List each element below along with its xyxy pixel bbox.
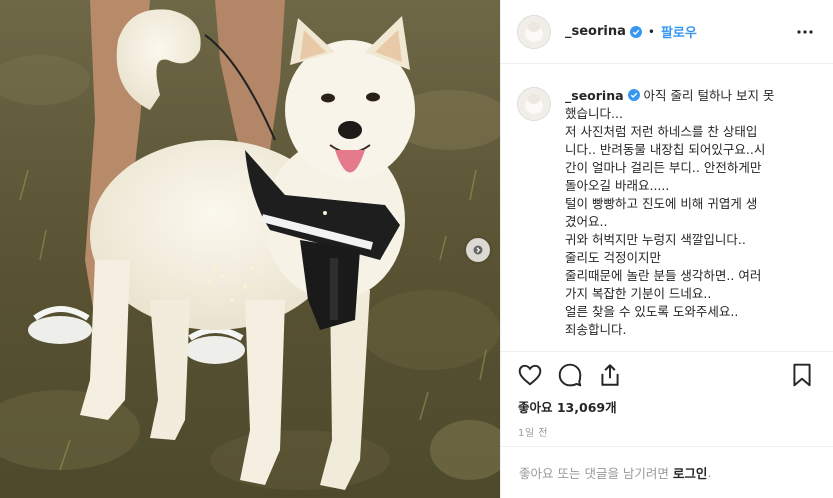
dog-photo-illustration xyxy=(0,0,500,498)
caption-line: 얼른 찾을 수 있도록 도와주세요.. xyxy=(565,304,739,319)
share-icon xyxy=(601,364,619,386)
caption-line: 저 사진처럼 저런 하네스를 찬 상태입 xyxy=(565,124,758,139)
caption-line: 아직 줄리 털하나 보지 못 xyxy=(643,88,775,103)
caption-line: 죄송합니다. xyxy=(565,322,627,337)
login-link[interactable]: 로그인 xyxy=(673,463,708,482)
caption: _seorina 아직 줄리 털하나 보지 못 했습니다... 저 사진처럼 저… xyxy=(517,87,817,339)
caption-line: 줄리도 걱정이지만 xyxy=(565,250,661,265)
caption-line: 겼어요.. xyxy=(565,214,608,229)
login-prompt-text: 좋아요 또는 댓글을 남기려면 xyxy=(519,466,669,481)
likes-count[interactable]: 좋아요 13,069개 xyxy=(518,397,617,416)
chevron-right-icon xyxy=(473,245,483,255)
verified-badge-icon xyxy=(629,25,642,38)
login-prompt-suffix: . xyxy=(707,465,712,480)
caption-line: 돌아오길 바래요..... xyxy=(565,178,670,193)
caption-line: 했습니다... xyxy=(565,106,623,121)
caption-line: 가지 복잡한 기분이 드네요.. xyxy=(565,286,712,301)
action-buttons xyxy=(517,362,817,390)
caption-line: 간이 얼마나 걸리든 부디.. 안전하게만 xyxy=(565,160,762,175)
caption-text: _seorina 아직 줄리 털하나 보지 못 했습니다... 저 사진처럼 저… xyxy=(565,87,817,339)
verified-badge-icon xyxy=(627,89,640,101)
heart-icon xyxy=(518,364,542,386)
next-photo-button[interactable] xyxy=(466,238,490,262)
avatar-image xyxy=(519,16,549,47)
post-photo xyxy=(0,0,500,498)
actions-divider xyxy=(501,351,833,352)
post-details-panel: _seorina • 팔로우 _seorina 아직 줄리 털하나 보지 못 했… xyxy=(500,0,833,498)
bookmark-icon xyxy=(793,363,811,387)
comment-icon xyxy=(558,363,582,387)
more-options-button[interactable] xyxy=(793,20,817,44)
caption-line: 귀와 허벅지만 누렁지 색깔입니다.. xyxy=(565,232,746,247)
caption-username[interactable]: _seorina xyxy=(565,88,624,103)
caption-line: 줄리때문에 놀란 분들 생각하면.. 여러 xyxy=(565,268,762,283)
avatar-image xyxy=(519,89,549,119)
post-author-username[interactable]: _seorina xyxy=(565,24,626,39)
caption-line: 니다.. 반려동물 내장칩 되어있구요..시 xyxy=(565,142,766,157)
post-timestamp[interactable]: 1일 전 xyxy=(518,424,548,439)
caption-line: 털이 빵빵하고 진도에 비해 귀엽게 생 xyxy=(565,196,758,211)
follow-button[interactable]: 팔로우 xyxy=(661,22,697,41)
login-prompt-bar: 좋아요 또는 댓글을 남기려면 로그인 . xyxy=(501,446,833,498)
avatar[interactable] xyxy=(517,14,551,49)
share-button[interactable] xyxy=(597,362,625,390)
save-button[interactable] xyxy=(789,362,817,390)
separator-dot: • xyxy=(647,24,655,39)
caption-avatar[interactable] xyxy=(517,87,551,121)
like-button[interactable] xyxy=(517,362,545,390)
post-header: _seorina • 팔로우 xyxy=(501,0,833,64)
comment-button[interactable] xyxy=(557,362,585,390)
more-options-icon xyxy=(797,29,813,34)
